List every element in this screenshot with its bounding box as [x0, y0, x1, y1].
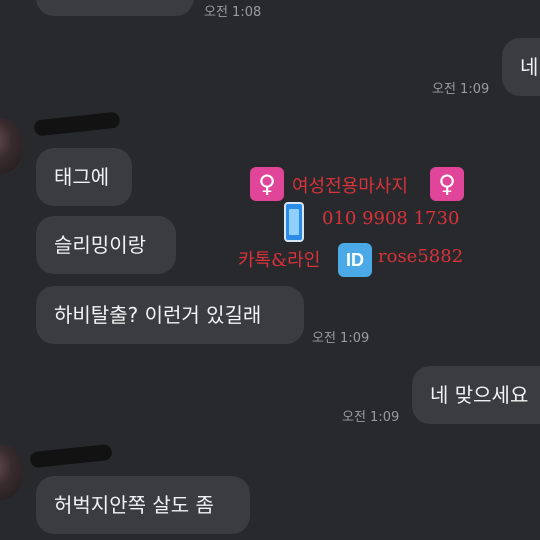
message-time: 오전 1:09 — [342, 410, 400, 425]
mobile-phone-icon — [284, 202, 304, 242]
message-bubble-incoming[interactable]: 슬리밍이랑 — [36, 216, 176, 274]
message-time: 오전 1:09 — [312, 331, 370, 346]
avatar[interactable] — [0, 444, 22, 500]
message-text: 네 — [520, 55, 539, 79]
message-bubble-incoming[interactable]: 태그에 — [36, 148, 132, 206]
overlay-title: 여성전용마사지 — [292, 176, 408, 197]
message-bubble-incoming[interactable]: 허벅지안쪽 살도 좀 — [36, 476, 250, 534]
message-text: 하비탈출? 이런거 있길래 — [54, 303, 262, 327]
message-text: 네 맞으세요 — [430, 383, 529, 407]
message-text: 태그에 — [54, 165, 110, 189]
redacted-sender-name — [33, 111, 121, 137]
overlay-phone-number: 010 9908 1730 — [322, 208, 460, 229]
id-badge-icon: ID — [338, 243, 372, 277]
overlay-id: rose5882 — [378, 246, 464, 267]
female-sign-icon: ♀ — [430, 167, 464, 201]
message-text: 슬리밍이랑 — [54, 233, 146, 257]
message-bubble-outgoing[interactable]: 네 맞으세요 — [412, 366, 540, 424]
female-sign-icon: ♀ — [250, 167, 284, 201]
overlay-messenger-label: 카톡&라인 — [238, 250, 321, 271]
message-time: 오전 1:08 — [204, 5, 262, 20]
message-bubble-outgoing[interactable]: 네 — [502, 38, 540, 96]
message-bubble-partial[interactable] — [36, 0, 194, 16]
avatar[interactable] — [0, 118, 22, 174]
redacted-sender-name — [29, 443, 113, 469]
message-time: 오전 1:09 — [432, 82, 490, 97]
message-text: 허벅지안쪽 살도 좀 — [54, 493, 214, 517]
message-bubble-incoming[interactable]: 하비탈출? 이런거 있길래 — [36, 286, 304, 344]
